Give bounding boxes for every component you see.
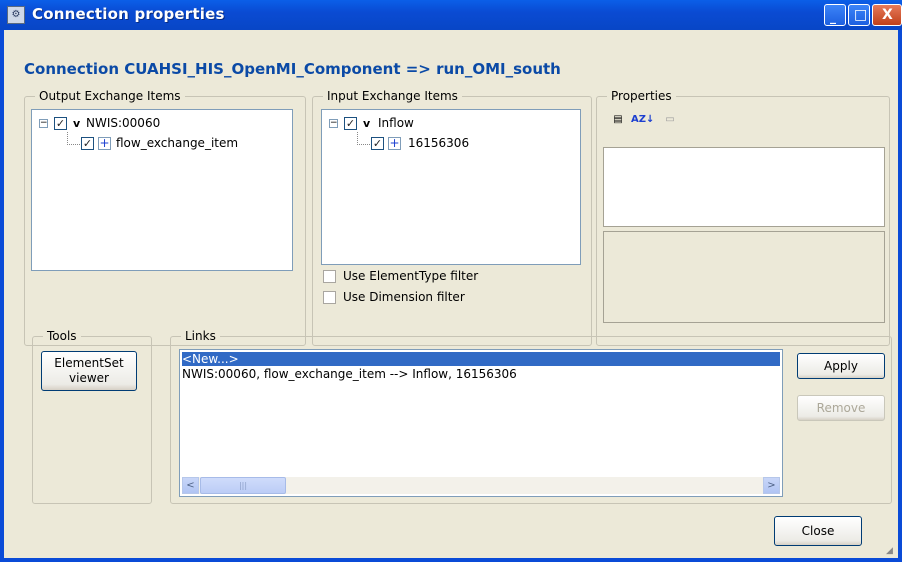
tree-connector (357, 132, 370, 145)
elementset-viewer-button[interactable]: ElementSet viewer (41, 351, 137, 391)
scroll-thumb[interactable]: ||| (200, 477, 286, 494)
input-root-label[interactable]: Inflow (378, 116, 414, 130)
elementset-viewer-label: ElementSet viewer (54, 356, 124, 385)
horizontal-scrollbar[interactable]: < ||| > (182, 477, 780, 494)
input-exchange-items-legend: Input Exchange Items (323, 89, 462, 103)
list-item[interactable]: <New...> (182, 352, 780, 366)
exchange-item-icon: + (388, 136, 401, 150)
close-label: Close (801, 524, 835, 538)
elementtype-filter-checkbox[interactable]: Use ElementType filter (323, 269, 543, 285)
exchange-item-icon: + (98, 136, 111, 150)
tree-connector (67, 132, 80, 145)
tree-collapse-icon[interactable]: − (329, 119, 338, 128)
remove-label: Remove (816, 401, 866, 415)
apply-button[interactable]: Apply (797, 353, 885, 379)
app-icon[interactable]: ⚙ (7, 6, 25, 24)
window-title: Connection properties (32, 5, 225, 23)
dimension-filter-checkbox[interactable]: Use Dimension filter (323, 290, 543, 306)
tools-legend: Tools (43, 329, 81, 343)
output-child-checkbox[interactable]: ✓ (81, 137, 94, 150)
apply-label: Apply (824, 359, 858, 373)
links-group: Links <New...> NWIS:00060, flow_exchange… (170, 329, 892, 504)
tools-group: Tools ElementSet viewer (32, 329, 152, 504)
maximize-button[interactable]: □ (848, 4, 870, 26)
elementtype-filter-label: Use ElementType filter (343, 269, 479, 283)
input-child-label[interactable]: 16156306 (408, 136, 469, 150)
properties-group: Properties ▤ AZ↓ ▭ (596, 89, 890, 346)
check-icon: ✓ (55, 117, 66, 130)
property-description-pane (603, 231, 885, 323)
title-bar[interactable]: ⚙ Connection properties _ □ X (0, 0, 902, 30)
close-button[interactable]: Close (774, 516, 862, 546)
output-child-label[interactable]: flow_exchange_item (116, 136, 238, 150)
close-icon: X (882, 7, 893, 23)
links-list[interactable]: <New...> NWIS:00060, flow_exchange_item … (179, 349, 783, 497)
check-icon: ✓ (345, 117, 356, 130)
minimize-icon: _ (830, 10, 836, 24)
properties-legend: Properties (607, 89, 676, 103)
tree-collapse-icon[interactable]: − (39, 119, 48, 128)
input-items-tree[interactable]: − ✓ v Inflow ✓ + 16156306 (321, 109, 581, 265)
maximize-icon: □ (854, 7, 868, 23)
check-icon: ✓ (372, 137, 383, 150)
links-legend: Links (181, 329, 220, 343)
scroll-right-button[interactable]: > (763, 477, 780, 494)
input-child-checkbox[interactable]: ✓ (371, 137, 384, 150)
dimension-filter-label: Use Dimension filter (343, 290, 465, 304)
connection-properties-window: ⚙ Connection properties _ □ X Connection… (0, 0, 902, 562)
resize-grip-icon[interactable]: ◢ (886, 546, 896, 556)
property-grid[interactable] (603, 147, 885, 227)
dialog-client-area: Connection CUAHSI_HIS_OpenMI_Component =… (4, 30, 898, 558)
output-items-tree[interactable]: − ✓ v NWIS:00060 ✓ + flow_exchange_item (31, 109, 293, 271)
vector-icon: v (73, 117, 81, 130)
check-icon: ✓ (82, 137, 93, 150)
alphabetical-sort-icon[interactable]: AZ↓ (631, 111, 654, 129)
output-root-label[interactable]: NWIS:00060 (86, 116, 160, 130)
property-pages-icon[interactable]: ▭ (661, 111, 679, 129)
minimize-button[interactable]: _ (824, 4, 846, 26)
input-root-checkbox[interactable]: ✓ (344, 117, 357, 130)
vector-icon: v (363, 117, 371, 130)
output-exchange-items-legend: Output Exchange Items (35, 89, 185, 103)
categorized-icon[interactable]: ▤ (609, 111, 627, 129)
input-exchange-items-group: Input Exchange Items − ✓ v Inflow ✓ + 16… (312, 89, 592, 346)
link-entry-label: NWIS:00060, flow_exchange_item --> Inflo… (182, 367, 517, 381)
output-root-checkbox[interactable]: ✓ (54, 117, 67, 130)
connection-header: Connection CUAHSI_HIS_OpenMI_Component =… (24, 60, 561, 78)
link-new-label: <New...> (182, 352, 239, 366)
scroll-left-button[interactable]: < (182, 477, 199, 494)
close-window-button[interactable]: X (872, 4, 902, 26)
dimension-filter-box[interactable] (323, 291, 336, 304)
list-item[interactable]: NWIS:00060, flow_exchange_item --> Inflo… (182, 367, 517, 381)
output-exchange-items-group: Output Exchange Items − ✓ v NWIS:00060 ✓… (24, 89, 306, 346)
remove-button[interactable]: Remove (797, 395, 885, 421)
elementtype-filter-box[interactable] (323, 270, 336, 283)
